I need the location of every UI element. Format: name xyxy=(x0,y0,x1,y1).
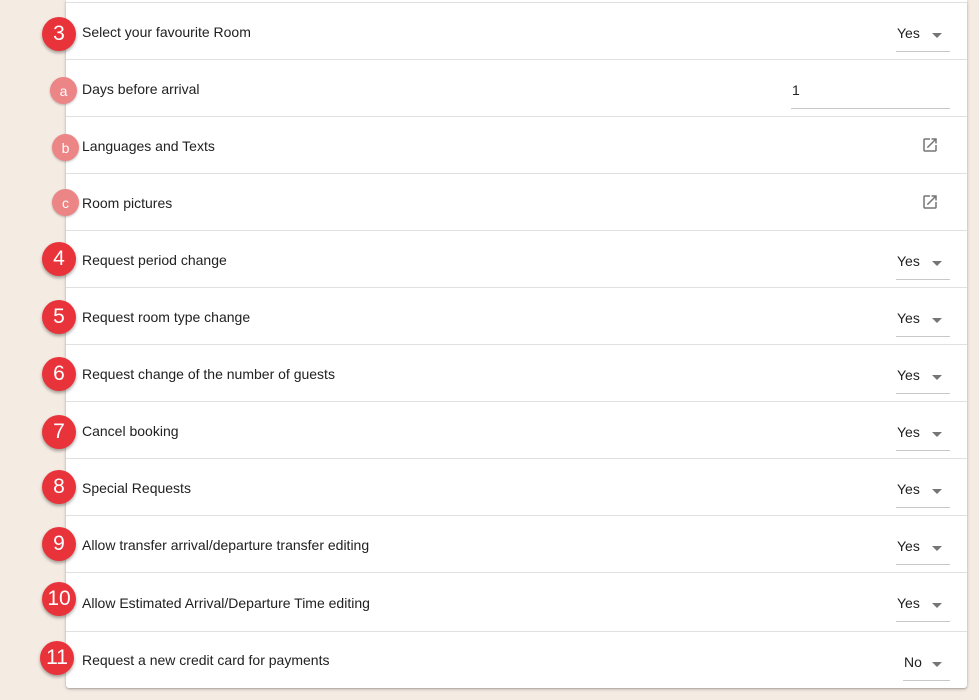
select-value: Yes xyxy=(897,538,920,554)
setting-label: Days before arrival xyxy=(82,80,200,97)
room-type-change-select[interactable]: Yes xyxy=(896,300,950,337)
setting-row-special-requests: Special Requests Yes xyxy=(66,458,967,516)
dropdown-arrow-icon xyxy=(932,432,942,437)
favourite-room-select[interactable]: Yes xyxy=(896,15,950,52)
dropdown-arrow-icon xyxy=(932,489,942,494)
step-marker: 3 xyxy=(42,17,76,51)
select-value: Yes xyxy=(897,25,920,41)
setting-label: Allow transfer arrival/departure transfe… xyxy=(82,536,370,553)
days-before-arrival-input[interactable]: 1 xyxy=(791,72,950,109)
guest-number-change-select[interactable]: Yes xyxy=(896,357,950,394)
dropdown-arrow-icon xyxy=(932,261,942,266)
step-marker: b xyxy=(52,134,79,161)
special-requests-select[interactable]: Yes xyxy=(896,471,950,508)
dropdown-arrow-icon xyxy=(932,318,942,323)
setting-label: Room pictures xyxy=(82,194,173,211)
arrival-time-editing-select[interactable]: Yes xyxy=(896,585,950,622)
open-in-new-icon[interactable] xyxy=(921,136,939,154)
setting-label: Select your favourite Room xyxy=(82,23,251,40)
step-marker: 8 xyxy=(42,470,76,504)
setting-label: Cancel booking xyxy=(82,422,179,439)
step-marker: 5 xyxy=(42,300,76,334)
dropdown-arrow-icon xyxy=(932,546,942,551)
setting-row-cancel-booking: Cancel booking Yes xyxy=(66,401,967,459)
setting-row-days-before-arrival: Days before arrival 1 xyxy=(66,59,967,117)
select-value: Yes xyxy=(897,595,920,611)
step-marker: c xyxy=(52,189,79,216)
input-value: 1 xyxy=(792,82,800,98)
dropdown-arrow-icon xyxy=(932,375,942,380)
setting-label: Request period change xyxy=(82,251,227,268)
setting-row-transfer-editing: Allow transfer arrival/departure transfe… xyxy=(66,515,967,573)
new-credit-card-select[interactable]: No xyxy=(903,644,950,681)
setting-row-guest-number-change: Request change of the number of guests Y… xyxy=(66,344,967,402)
dropdown-arrow-icon xyxy=(932,603,942,608)
select-value: Yes xyxy=(897,310,920,326)
setting-label: Request room type change xyxy=(82,308,251,325)
setting-label: Special Requests xyxy=(82,479,191,496)
step-marker: 11 xyxy=(40,641,74,675)
step-marker: 4 xyxy=(42,242,76,276)
cancel-booking-select[interactable]: Yes xyxy=(896,414,950,451)
setting-row-favourite-room: Select your favourite Room Yes xyxy=(66,2,967,60)
setting-row-room-pictures: Room pictures xyxy=(66,173,967,231)
open-in-new-icon[interactable] xyxy=(921,193,939,211)
setting-row-room-type-change: Request room type change Yes xyxy=(66,287,967,345)
step-marker: 9 xyxy=(42,527,76,561)
setting-row-period-change: Request period change Yes xyxy=(66,230,967,288)
setting-label: Request change of the number of guests xyxy=(82,365,335,382)
period-change-select[interactable]: Yes xyxy=(896,243,950,280)
dropdown-arrow-icon xyxy=(932,662,942,667)
step-marker: 6 xyxy=(42,357,76,391)
step-marker: a xyxy=(50,77,77,104)
select-value: No xyxy=(904,654,922,670)
setting-label: Allow Estimated Arrival/Departure Time e… xyxy=(82,594,370,611)
setting-label: Languages and Texts xyxy=(82,137,215,154)
setting-row-new-credit-card: Request a new credit card for payments N… xyxy=(66,631,967,688)
select-value: Yes xyxy=(897,367,920,383)
step-marker: 7 xyxy=(42,415,76,449)
setting-label: Request a new credit card for payments xyxy=(82,652,330,668)
select-value: Yes xyxy=(897,481,920,497)
setting-row-arrival-time-editing: Allow Estimated Arrival/Departure Time e… xyxy=(66,572,967,632)
dropdown-arrow-icon xyxy=(932,33,942,38)
transfer-editing-select[interactable]: Yes xyxy=(896,528,950,565)
select-value: Yes xyxy=(897,253,920,269)
select-value: Yes xyxy=(897,424,920,440)
settings-card: Select your favourite Room Yes Days befo… xyxy=(66,0,967,688)
setting-row-languages-texts: Languages and Texts xyxy=(66,116,967,174)
step-marker: 10 xyxy=(42,582,76,616)
